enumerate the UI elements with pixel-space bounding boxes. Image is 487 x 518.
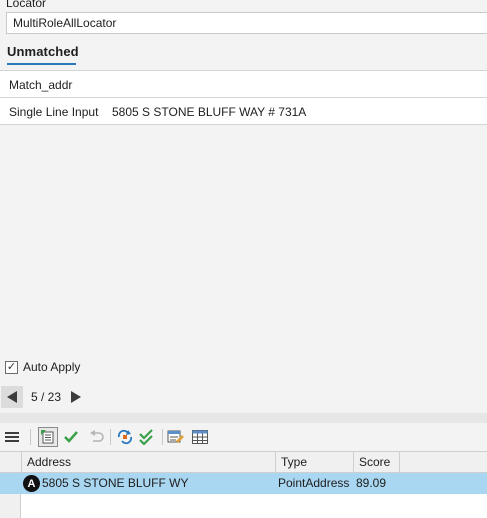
zoom-to-candidate-icon[interactable]: [38, 427, 58, 447]
locator-value: MultiRoleAllLocator: [13, 16, 117, 30]
previous-record-button[interactable]: [1, 386, 23, 408]
record-counter: 5 / 23: [31, 390, 62, 404]
field-name: Single Line Input: [9, 105, 99, 119]
unmatch-icon[interactable]: [85, 427, 105, 447]
candidates-toolbar: [0, 423, 487, 451]
table-row[interactable]: A 5805 S STONE BLUFF WY PointAddress 89.…: [0, 473, 487, 494]
field-row-match-addr[interactable]: Match_addr: [0, 70, 487, 97]
pane-splitter[interactable]: [0, 413, 487, 423]
menu-icon[interactable]: [2, 427, 22, 447]
tab-selected-indicator: [7, 63, 76, 65]
column-header-type[interactable]: Type: [275, 452, 353, 473]
match-icon[interactable]: [61, 427, 81, 447]
toolbar-separator: [110, 429, 111, 445]
candidates-table-header: Address Type Score: [0, 451, 487, 473]
row-selector-header: [0, 452, 21, 473]
rematch-icon[interactable]: [115, 427, 135, 447]
tab-unmatched[interactable]: Unmatched: [7, 44, 79, 60]
verify-icon[interactable]: [137, 427, 157, 447]
toolbar-separator: [162, 429, 163, 445]
triangle-left-icon: [7, 391, 17, 403]
field-name: Match_addr: [9, 78, 73, 92]
auto-apply-label: Auto Apply: [23, 360, 81, 374]
table-empty-area: [0, 494, 487, 518]
next-record-button[interactable]: [67, 386, 85, 408]
locator-field[interactable]: MultiRoleAllLocator: [6, 12, 487, 34]
cell-type: PointAddress: [278, 476, 350, 490]
field-row-single-line-input[interactable]: Single Line Input 5805 S STONE BLUFF WAY…: [0, 97, 487, 125]
edit-fields-icon[interactable]: [166, 427, 186, 447]
field-value: 5805 S STONE BLUFF WAY # 731A: [112, 105, 307, 119]
auto-apply-checkbox[interactable]: ✓: [5, 360, 18, 374]
locator-label: Locator: [6, 0, 47, 10]
auto-apply-option[interactable]: ✓ Auto Apply: [5, 359, 80, 375]
column-header-address[interactable]: Address: [21, 452, 275, 473]
triangle-right-icon: [71, 391, 81, 403]
column-header-score[interactable]: Score: [353, 452, 399, 473]
candidate-rank-badge: A: [23, 475, 40, 492]
cell-address: 5805 S STONE BLUFF WY: [42, 476, 189, 490]
toolbar-separator: [30, 429, 31, 445]
cell-score: 89.09: [356, 476, 387, 490]
column-header-empty: [399, 452, 487, 473]
table-icon[interactable]: [190, 427, 210, 447]
